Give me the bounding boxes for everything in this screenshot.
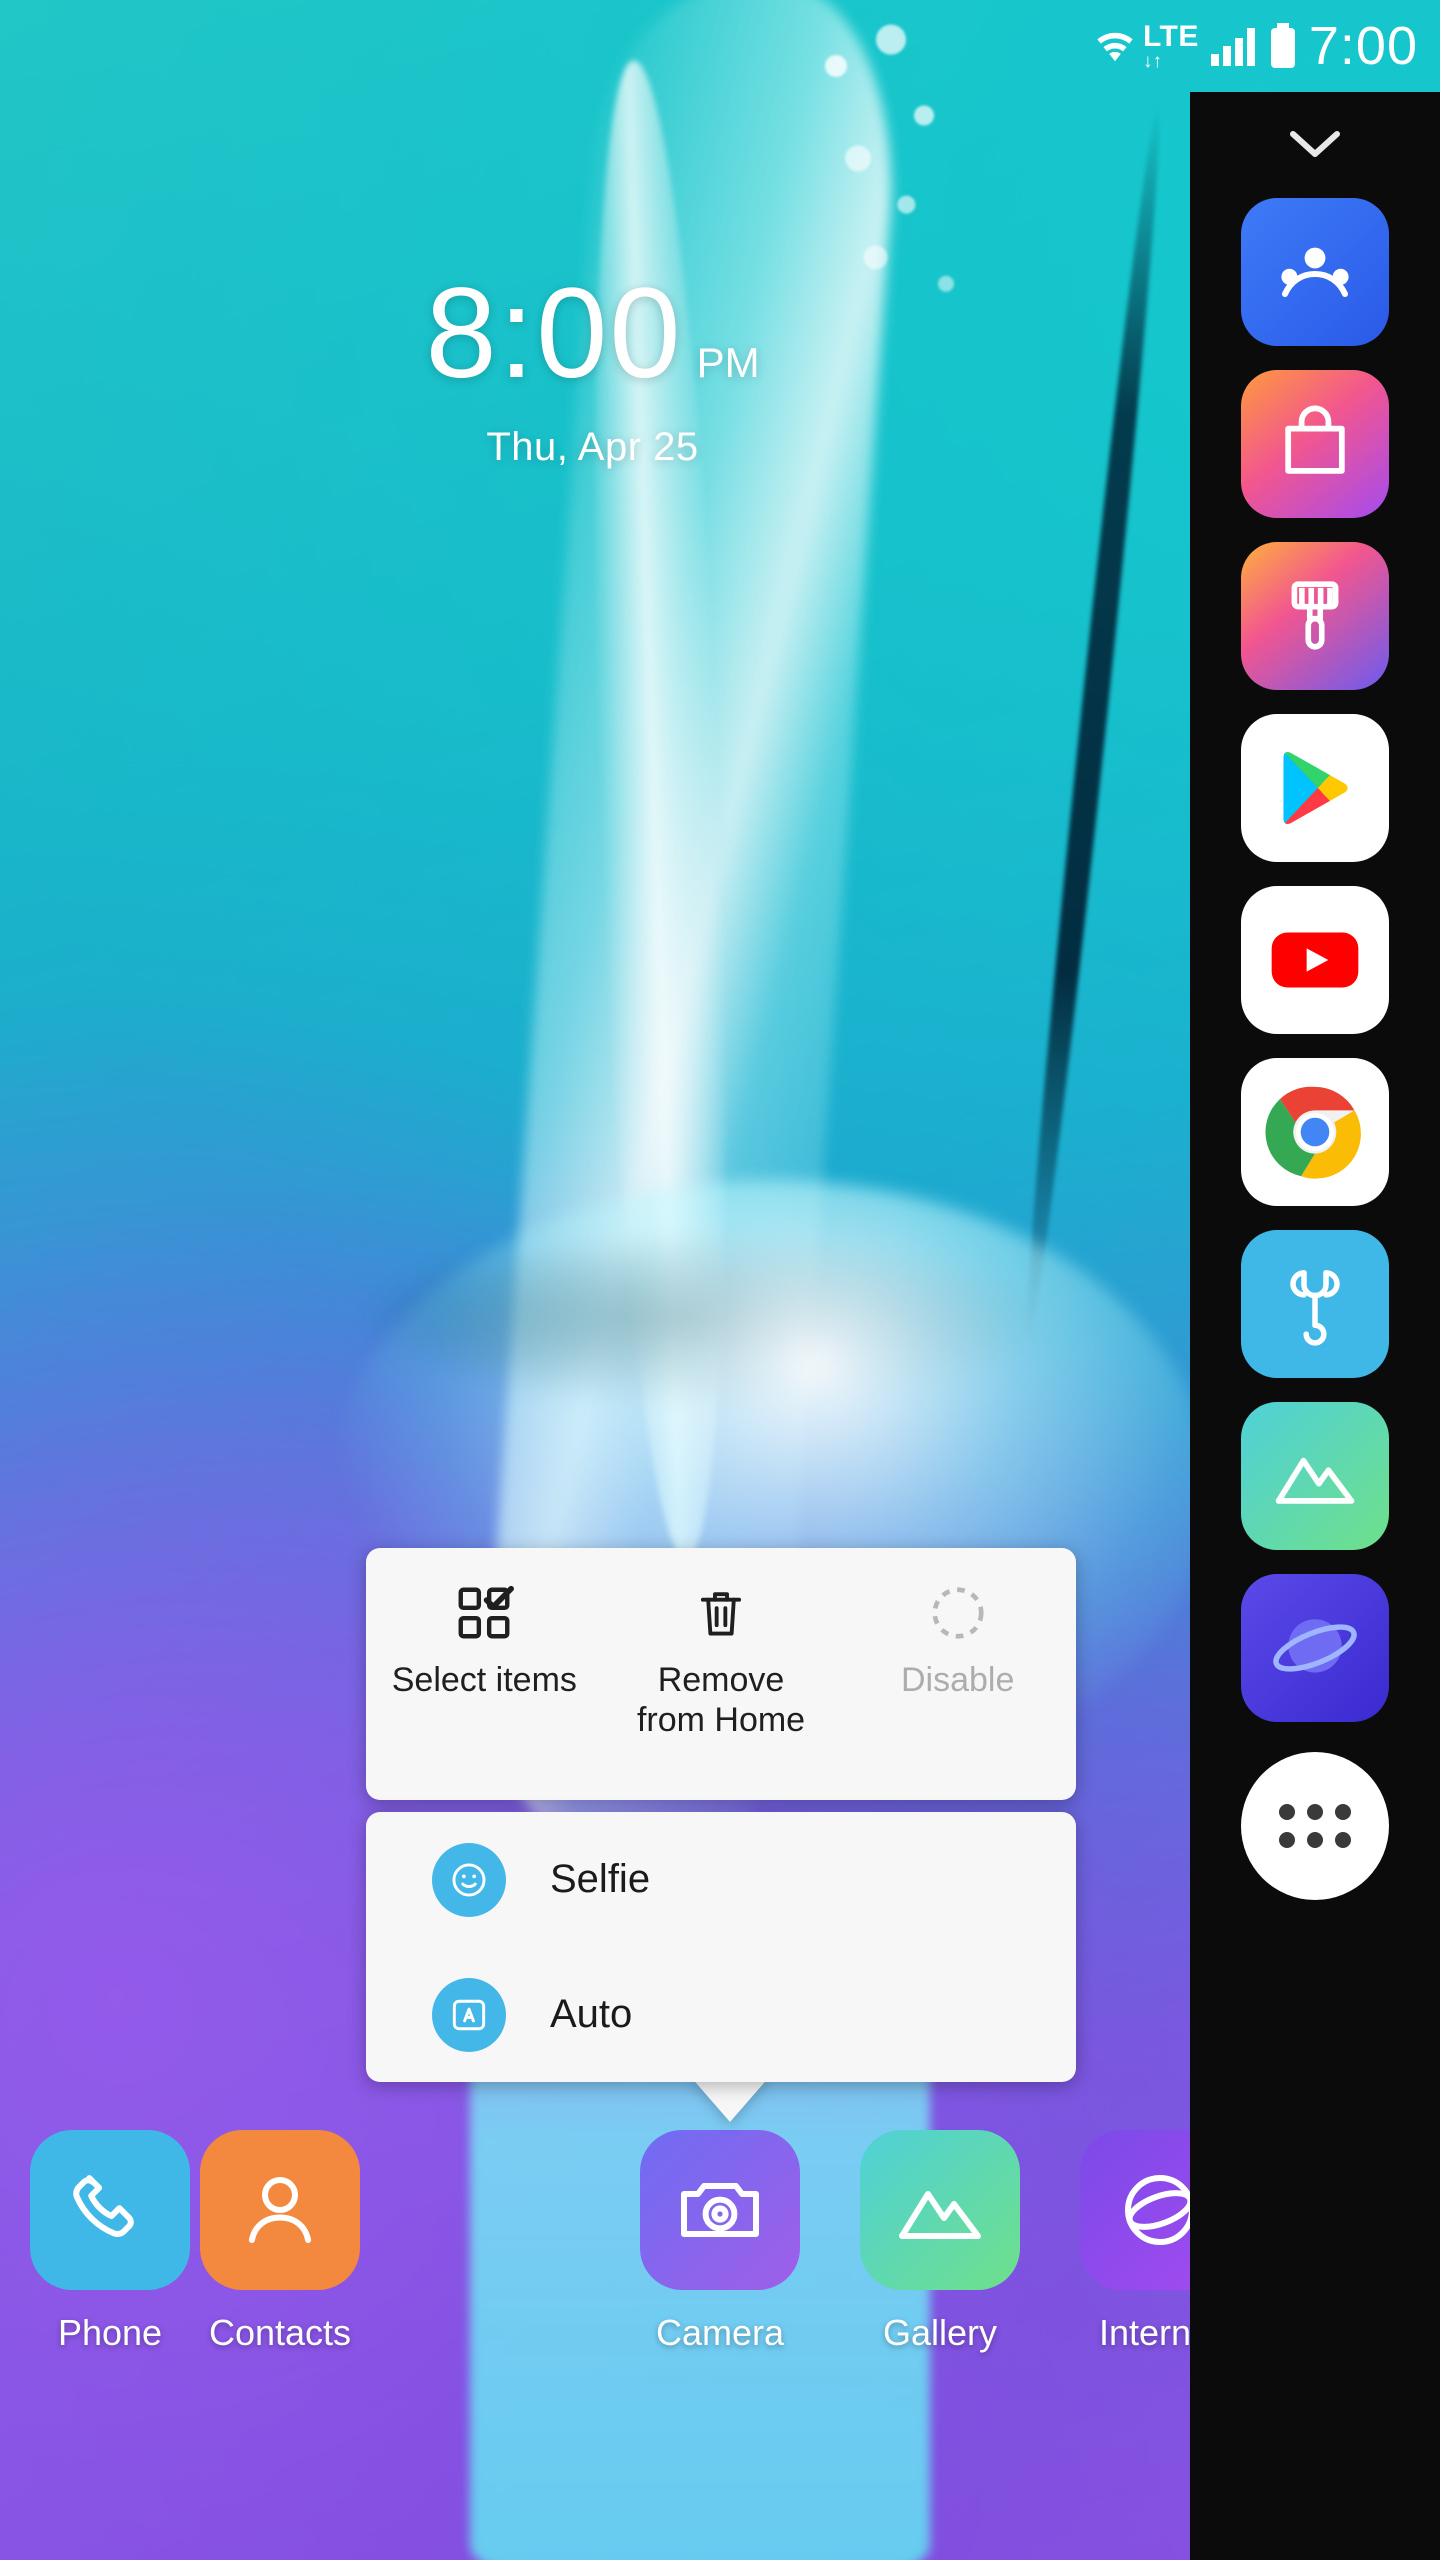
shortcut-item-selfie[interactable]: Selfie — [366, 1812, 1076, 1947]
menu-label-disable: Disable — [900, 1661, 1015, 1699]
chevron-down-icon[interactable] — [1283, 114, 1347, 174]
wallpaper-splash-crown-shadow — [360, 1230, 1060, 1410]
trash-icon — [692, 1578, 750, 1648]
status-bar: LTE ↓↑ 7:00 — [0, 0, 1440, 92]
menu-item-remove-from-home[interactable]: Remove from Home — [603, 1548, 840, 1800]
battery-full-icon — [1269, 23, 1297, 69]
wifi-icon — [1093, 28, 1137, 64]
clock-ampm: PM — [696, 339, 760, 386]
apps-dots — [1279, 1804, 1351, 1848]
dock-item-contacts[interactable]: Contacts — [180, 2130, 380, 2354]
edge-item-samsung-social[interactable] — [1241, 198, 1389, 346]
select-grid-check-icon — [453, 1578, 515, 1648]
clock-time-row: 8:00 PM — [0, 260, 1185, 407]
dock-item-camera[interactable]: Camera — [620, 2130, 820, 2354]
network-arrows: ↓↑ — [1142, 50, 1162, 72]
menu-label-remove-line2: from Home — [636, 1701, 806, 1740]
menu-label-remove-line1: Remove — [657, 1661, 785, 1699]
edge-item-galaxy-store[interactable] — [1241, 370, 1389, 518]
menu-item-disable: Disable — [839, 1548, 1076, 1800]
shortcut-label-auto: Auto — [550, 1992, 633, 2036]
apps-grid-icon[interactable] — [1241, 1752, 1389, 1900]
disable-dashed-circle-icon — [927, 1578, 989, 1648]
edge-item-gallery[interactable] — [1241, 1402, 1389, 1550]
network-type-label: LTE — [1142, 19, 1199, 53]
phone-handset-icon — [30, 2130, 190, 2290]
dock-label-camera: Camera — [655, 2312, 785, 2353]
edge-item-internet[interactable] — [1241, 1574, 1389, 1722]
contacts-person-icon — [200, 2130, 360, 2290]
popup-tail — [690, 2076, 770, 2122]
shortcut-item-auto[interactable]: Auto — [366, 1947, 1076, 2082]
clock-widget[interactable]: 8:00 PM Thu, Apr 25 — [0, 260, 1185, 470]
dock: Phone Contacts Camera Gallery Internet — [0, 2130, 1240, 2430]
edge-item-themes[interactable] — [1241, 542, 1389, 690]
camera-icon — [640, 2130, 800, 2290]
dock-label-contacts: Contacts — [208, 2312, 352, 2353]
gallery-mountain-icon — [860, 2130, 1020, 2290]
dock-item-gallery[interactable]: Gallery — [840, 2130, 1040, 2354]
edge-item-play-store[interactable] — [1241, 714, 1389, 862]
clock-time: 8:00 — [425, 262, 683, 405]
menu-item-select-items[interactable]: Select items — [366, 1548, 603, 1800]
edge-item-youtube[interactable] — [1241, 886, 1389, 1034]
selfie-smiley-icon — [432, 1842, 506, 1917]
clock-date: Thu, Apr 25 — [486, 425, 699, 469]
edge-panel — [1190, 92, 1440, 2560]
home-screen: LTE ↓↑ 7:00 8:00 PM Thu, Apr 25 Phone Co… — [0, 0, 1440, 2560]
menu-label-select-items: Select items — [391, 1661, 577, 1699]
signal-bars-icon — [1210, 26, 1257, 66]
network-type-indicator: LTE ↓↑ — [1142, 19, 1199, 72]
edge-item-smart-tutor[interactable] — [1241, 1230, 1389, 1378]
auto-mode-icon — [432, 1977, 506, 2052]
status-bar-clock: 7:00 — [1308, 16, 1418, 76]
menu-label-remove-from-home: Remove from Home — [637, 1660, 805, 1740]
app-context-menu: Select items Remove from Home Disable — [366, 1548, 1076, 1800]
app-shortcuts-menu: Selfie Auto — [366, 1812, 1076, 2082]
shortcut-label-selfie: Selfie — [550, 1857, 651, 1901]
edge-item-chrome[interactable] — [1241, 1058, 1389, 1206]
dock-label-gallery: Gallery — [882, 2312, 998, 2353]
